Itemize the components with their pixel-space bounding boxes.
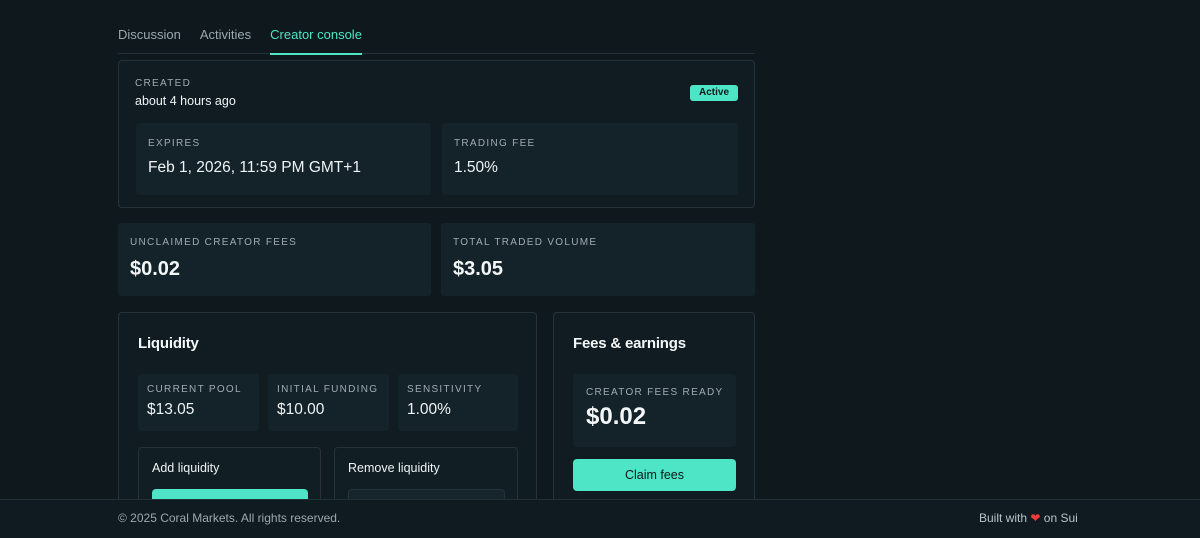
footer-built-with: Built with ❤ on Sui [979,511,1078,525]
trading-fee-value: 1.50% [454,159,498,176]
unclaimed-fees-value: $0.02 [130,258,181,280]
trading-fee-label: TRADING FEE [454,138,536,149]
tab-discussion[interactable]: Discussion [118,24,181,54]
initial-funding-panel: INITIAL FUNDING $10.00 [268,374,389,431]
tab-activities[interactable]: Activities [200,24,251,54]
current-pool-value: $13.05 [147,401,195,418]
initial-funding-value: $10.00 [277,401,325,418]
traded-volume-label: TOTAL TRADED VOLUME [453,237,598,248]
fees-earnings-card: Fees & earnings CREATOR FEES READY $0.02… [553,312,755,512]
page-title-clipped [118,0,438,2]
footer: © 2025 Coral Markets. All rights reserve… [0,499,1200,538]
current-pool-panel: CURRENT POOL $13.05 [138,374,259,431]
unclaimed-fees-label: UNCLAIMED CREATOR FEES [130,237,298,248]
traded-volume-value: $3.05 [453,258,504,280]
built-suffix: on Sui [1043,511,1078,525]
market-info-card: CREATED about 4 hours ago EXPIRES Feb 1,… [118,60,755,208]
creator-fees-ready-value: $0.02 [586,403,647,430]
current-pool-label: CURRENT POOL [147,384,242,395]
sensitivity-label: SENSITIVITY [407,384,483,395]
status-badge: Active [690,85,738,101]
expires-label: EXPIRES [148,138,201,149]
sensitivity-panel: SENSITIVITY 1.00% [398,374,518,431]
tab-creator-console[interactable]: Creator console [270,24,362,55]
initial-funding-label: INITIAL FUNDING [277,384,379,395]
created-value: about 4 hours ago [135,94,236,108]
liquidity-title: Liquidity [138,335,199,352]
liquidity-card: Liquidity CURRENT POOL $13.05 INITIAL FU… [118,312,537,517]
creator-fees-ready-label: CREATOR FEES READY [586,387,724,398]
expires-value: Feb 1, 2026, 11:59 PM GMT+1 [148,159,361,176]
footer-copyright: © 2025 Coral Markets. All rights reserve… [118,511,341,525]
claim-fees-button[interactable]: Claim fees [573,459,736,491]
fees-earnings-title: Fees & earnings [573,335,686,352]
remove-liquidity-title: Remove liquidity [348,461,440,475]
created-label: CREATED [135,78,192,89]
traded-volume-panel: TOTAL TRADED VOLUME $3.05 [441,223,755,296]
creator-fees-ready-panel: CREATOR FEES READY $0.02 [573,374,736,447]
unclaimed-fees-panel: UNCLAIMED CREATOR FEES $0.02 [118,223,431,296]
heart-icon: ❤ [1030,511,1041,525]
expires-panel: EXPIRES Feb 1, 2026, 11:59 PM GMT+1 [136,123,431,195]
sensitivity-value: 1.00% [407,401,451,418]
add-liquidity-title: Add liquidity [152,461,220,475]
built-prefix: Built with [979,511,1028,525]
trading-fee-panel: TRADING FEE 1.50% [442,123,738,195]
tab-bar: Discussion Activities Creator console [118,24,755,55]
